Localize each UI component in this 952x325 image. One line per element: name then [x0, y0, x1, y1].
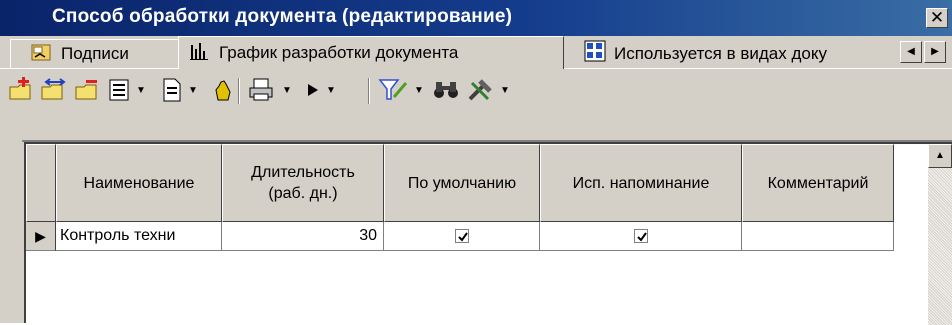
print-dropdown-icon[interactable]: ▼	[282, 85, 292, 96]
signature-icon	[31, 42, 53, 67]
form-view-dropdown-icon[interactable]: ▼	[136, 85, 146, 96]
tab-signatures[interactable]: Подписи	[10, 39, 180, 68]
filter-dropdown-icon[interactable]: ▼	[414, 85, 424, 96]
run-icon[interactable]: ▼	[306, 76, 336, 104]
table-cell-comment[interactable]	[742, 222, 894, 251]
tools-icon[interactable]: ▼	[466, 76, 510, 104]
bar-chart-icon	[189, 41, 211, 66]
table-cell-default[interactable]	[384, 222, 540, 251]
add-record-icon[interactable]	[8, 76, 34, 104]
row-indicator[interactable]: ▶	[26, 222, 56, 251]
scroll-up-button[interactable]: ▲	[928, 144, 952, 168]
tab-used-in-doc-types[interactable]: Используется в видах доку	[564, 39, 894, 68]
tools-dropdown-icon[interactable]: ▼	[500, 85, 510, 96]
tab-scroll-right-button[interactable]: ▶	[924, 41, 946, 63]
delete-record-icon[interactable]	[74, 76, 100, 104]
toolbar-separator	[368, 78, 370, 104]
default-checkbox[interactable]	[454, 229, 469, 243]
hand-icon[interactable]	[212, 76, 234, 104]
column-header[interactable]: По умолчанию	[384, 144, 540, 222]
title-bar[interactable]: Способ обработки документа (редактирован…	[0, 0, 952, 36]
copy-record-icon[interactable]	[40, 76, 68, 104]
row-indicator-header	[26, 144, 56, 222]
tab-development-schedule[interactable]: График разработки документа	[178, 36, 564, 69]
print-icon[interactable]: ▼	[248, 76, 292, 104]
document-types-icon	[584, 40, 606, 67]
toolbar: ▼ ▼ ▼ ▼ ▼ ▼	[0, 70, 952, 110]
current-row-icon: ▶	[35, 227, 46, 244]
tab-scroll-left-button[interactable]: ◀	[900, 41, 922, 63]
column-header[interactable]: Длительность (раб. дн.)	[222, 144, 384, 222]
tab-label: Используется в видах доку	[614, 43, 827, 63]
run-dropdown-icon[interactable]: ▼	[326, 85, 336, 96]
binoculars-icon[interactable]	[432, 76, 460, 104]
document-dropdown-icon[interactable]: ▼	[188, 85, 198, 96]
tab-strip: Подписи График разработки документа Испо…	[0, 36, 952, 69]
table-cell-reminder[interactable]	[540, 222, 742, 251]
vertical-scrollbar[interactable]: ▲	[928, 144, 952, 325]
toolbar-separator	[238, 78, 240, 104]
filter-icon[interactable]: ▼	[378, 76, 424, 104]
column-header[interactable]: Исп. напоминание	[540, 144, 742, 222]
column-header[interactable]: Комментарий	[742, 144, 894, 222]
dialog-window: Способ обработки документа (редактирован…	[0, 0, 952, 325]
table-cell-name[interactable]: Контроль техни	[56, 222, 222, 251]
document-icon[interactable]: ▼	[162, 76, 198, 104]
reminder-checkbox[interactable]	[633, 229, 648, 243]
tab-label: График разработки документа	[219, 43, 459, 62]
table-cell-duration[interactable]: 30	[222, 222, 384, 251]
tab-label: Подписи	[61, 44, 129, 63]
form-view-icon[interactable]: ▼	[108, 76, 146, 104]
window-title: Способ обработки документа (редактирован…	[52, 6, 513, 27]
schedule-grid: Наименование Длительность (раб. дн.) По …	[24, 142, 952, 325]
column-header[interactable]: Наименование	[56, 144, 222, 222]
close-button[interactable]: ✕	[926, 8, 948, 28]
